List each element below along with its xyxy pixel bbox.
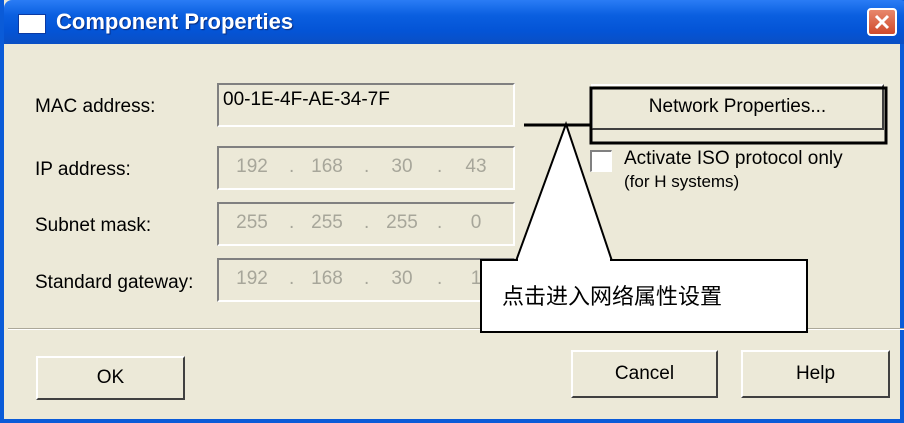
annotation-overlay bbox=[514, 86, 888, 262]
annotation-highlight-rect bbox=[589, 86, 888, 145]
callout-pointer bbox=[514, 120, 614, 262]
annotation-callout-text: 点击进入网络属性设置 bbox=[502, 285, 723, 310]
annotation-callout: 点击进入网络属性设置 bbox=[480, 259, 808, 333]
dialog-window: Component Properties MAC address: 00-1E-… bbox=[0, 0, 904, 423]
callout-pointer-joint bbox=[518, 259, 610, 262]
